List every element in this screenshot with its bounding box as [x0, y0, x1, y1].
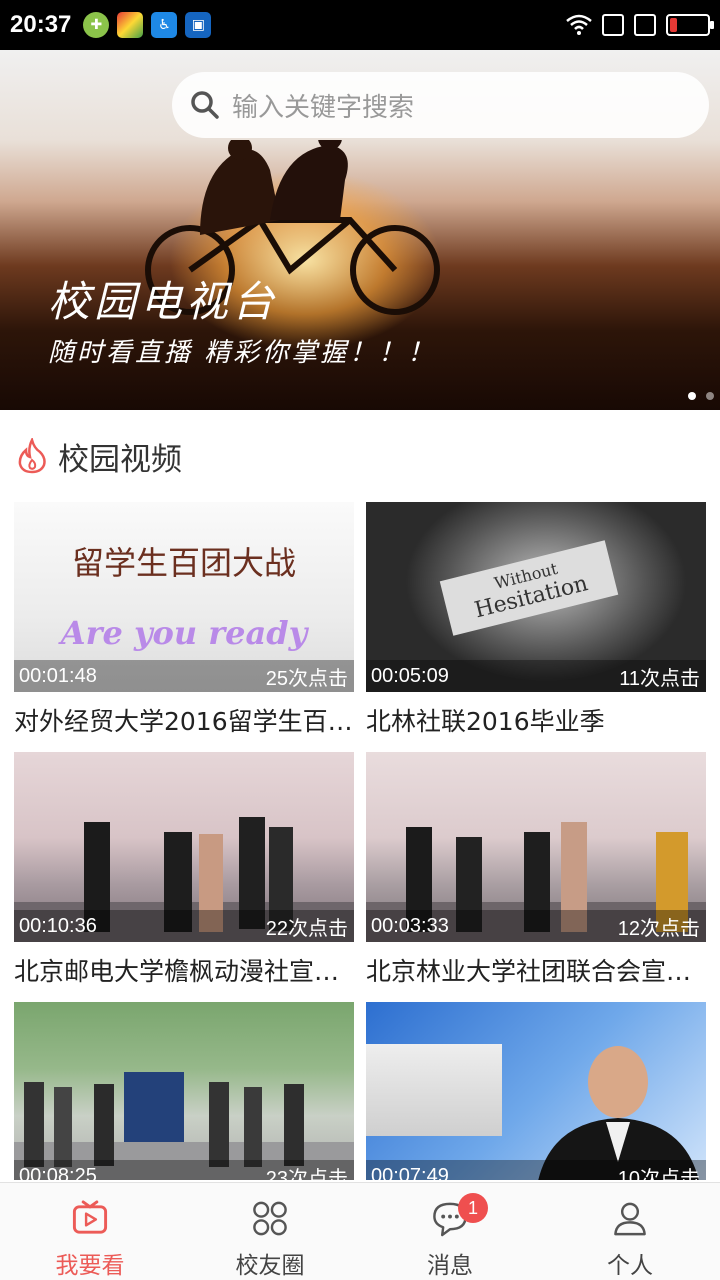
video-card[interactable]: 00:08:25 23次点击 [14, 1002, 354, 1180]
search-icon [191, 91, 219, 119]
nav-item-profile[interactable]: 个人 [540, 1183, 720, 1280]
video-title: 北京邮电大学檐枫动漫社宣传片 [14, 957, 354, 986]
nav-item-watch[interactable]: 我要看 [0, 1183, 180, 1280]
carousel-dot [688, 392, 696, 400]
banner-title: 校园电视台 [48, 277, 279, 326]
screenshot-icon: ▣ [185, 12, 212, 38]
video-meta-bar: 00:10:36 22次点击 [14, 910, 354, 942]
search-input[interactable]: 输入关键字搜索 [172, 72, 709, 138]
signal-sim1-icon [602, 14, 624, 36]
nav-label: 个人 [607, 1253, 653, 1279]
video-click-count: 22次点击 [265, 917, 348, 940]
video-title: 北京林业大学社团联合会宣传片 [366, 957, 706, 986]
nav-label: 校友圈 [235, 1253, 305, 1279]
video-thumbnail: 00:07:49 10次点击 [366, 1002, 706, 1180]
video-click-count: 12次点击 [617, 917, 700, 940]
video-click-count: 11次点击 [619, 667, 700, 690]
thumbnail-text: Are you ready [60, 614, 308, 652]
nav-label: 消息 [427, 1253, 473, 1279]
thumbnail-text: 留学生百团大战 [71, 544, 296, 582]
video-title: 对外经贸大学2016留学生百团大战 [14, 707, 354, 736]
video-meta-bar: 00:08:25 23次点击 [14, 1160, 354, 1180]
video-card[interactable]: Without Hesitation 00:05:09 11次点击 北林社联20… [366, 502, 706, 738]
app-screen: 20:37 ✚ ♿ ▣ 输入关键字搜索 校园电视台 随时看直播 精彩你掌握！！！… [0, 0, 720, 1280]
video-duration: 00:03:33 [371, 914, 449, 937]
video-click-count: 25次点击 [265, 667, 348, 690]
accessibility-icon: ♿ [151, 12, 178, 38]
video-card[interactable]: 00:07:49 10次点击 [366, 1002, 706, 1180]
video-card[interactable]: 00:03:33 12次点击 北京林业大学社团联合会宣传片 [366, 752, 706, 988]
video-duration: 00:01:48 [19, 664, 97, 687]
battery-level [670, 18, 677, 32]
video-card[interactable]: 留学生百团大战 Are you ready 00:01:48 25次点击 对外经… [14, 502, 354, 738]
video-duration: 00:05:09 [371, 664, 449, 687]
banner-subtitle: 随时看直播 精彩你掌握！！！ [48, 338, 437, 368]
status-time: 20:37 [10, 11, 72, 38]
nav-item-alumni-circle[interactable]: 校友圈 [180, 1183, 360, 1280]
nav-item-messages[interactable]: 1 消息 [360, 1183, 540, 1280]
video-meta-bar: 00:01:48 25次点击 [14, 660, 354, 692]
signal-sim2-icon [634, 14, 656, 36]
fire-icon [18, 438, 46, 474]
carousel-dot [706, 392, 714, 400]
bottom-nav: 我要看 校友圈 1 消息 个人 [0, 1182, 720, 1280]
status-bar: 20:37 ✚ ♿ ▣ [0, 0, 720, 50]
wifi-icon [566, 14, 592, 35]
battery-icon [666, 14, 714, 36]
video-thumbnail: 00:10:36 22次点击 [14, 752, 354, 942]
medical-app-icon: ✚ [83, 12, 110, 38]
status-indicators [566, 14, 714, 36]
browser-app-icon [117, 12, 144, 38]
video-card[interactable]: 00:10:36 22次点击 北京邮电大学檐枫动漫社宣传片 [14, 752, 354, 988]
video-click-count: 23次点击 [265, 1167, 348, 1181]
video-grid: 留学生百团大战 Are you ready 00:01:48 25次点击 对外经… [14, 502, 706, 1180]
section-title: 校园视频 [58, 441, 182, 478]
person-icon [614, 1202, 646, 1236]
video-duration: 00:10:36 [19, 914, 97, 937]
video-meta-bar: 00:03:33 12次点击 [366, 910, 706, 942]
thumbnail-sign: Without Hesitation [439, 540, 619, 636]
video-thumbnail: 00:03:33 12次点击 [366, 752, 706, 942]
unread-badge: 1 [458, 1193, 488, 1223]
tv-icon [72, 1200, 108, 1234]
video-meta-bar: 00:07:49 10次点击 [366, 1160, 706, 1180]
video-thumbnail: 00:08:25 23次点击 [14, 1002, 354, 1180]
banner-carousel[interactable]: 输入关键字搜索 校园电视台 随时看直播 精彩你掌握！！！ [0, 50, 720, 410]
video-thumbnail: Without Hesitation 00:05:09 11次点击 [366, 502, 706, 692]
video-click-count: 10次点击 [617, 1167, 700, 1181]
video-meta-bar: 00:05:09 11次点击 [366, 660, 706, 692]
section-header: 校园视频 [16, 432, 182, 480]
nav-label: 我要看 [55, 1253, 125, 1279]
video-duration: 00:07:49 [371, 1164, 449, 1181]
carousel-indicator [688, 392, 714, 400]
search-placeholder: 输入关键字搜索 [232, 92, 415, 123]
video-thumbnail: 留学生百团大战 Are you ready 00:01:48 25次点击 [14, 502, 354, 692]
video-duration: 00:08:25 [19, 1164, 97, 1181]
grid-circles-icon [253, 1201, 287, 1236]
video-title: 北林社联2016毕业季 [366, 707, 605, 736]
